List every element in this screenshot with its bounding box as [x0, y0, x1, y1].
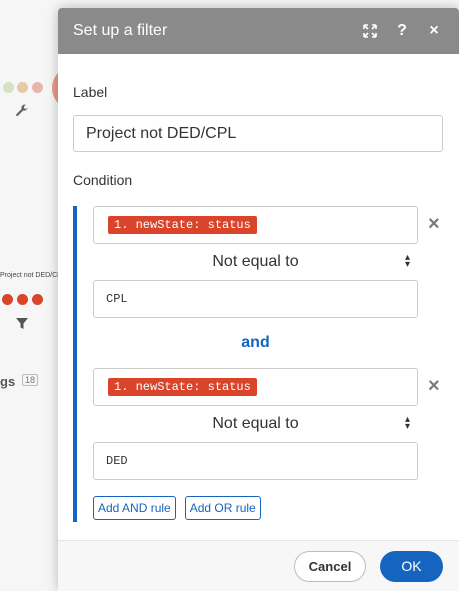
condition-block: 1. newState: status × Not equal to ▴ ▾ CP… — [73, 206, 440, 522]
remove-rule-icon[interactable]: × — [428, 214, 444, 234]
funnel-icon[interactable] — [15, 317, 29, 331]
condition-label: Condition — [73, 172, 133, 188]
conjunction-label: and — [241, 334, 270, 351]
ok-button[interactable]: OK — [380, 550, 443, 582]
operator-value: Not equal to — [212, 415, 299, 432]
operand-field[interactable]: 1. newState: status — [93, 206, 418, 244]
filter-dot[interactable] — [17, 294, 28, 305]
rule-buttons: Add AND rule Add OR rule — [93, 496, 418, 520]
filter-dot[interactable] — [2, 294, 13, 305]
dialog-title: Set up a filter — [73, 22, 168, 39]
operand-field[interactable]: 1. newState: status — [93, 368, 418, 406]
rule-row: 1. newState: status × — [93, 368, 440, 406]
remove-rule-icon[interactable]: × — [428, 376, 444, 396]
operand-pill[interactable]: 1. newState: status — [108, 378, 257, 396]
connection-dot — [32, 82, 43, 93]
cancel-button[interactable]: Cancel — [294, 550, 366, 582]
operator-select[interactable]: Not equal to ▴ ▾ — [93, 244, 418, 280]
filter-dot[interactable] — [32, 294, 43, 305]
operator-select[interactable]: Not equal to ▴ ▾ — [93, 406, 418, 442]
sidebar-text: gs — [0, 374, 16, 389]
dialog-footer: Cancel OK — [58, 540, 459, 591]
value-field[interactable]: CPL — [93, 280, 418, 318]
header-icons: ? × — [354, 15, 450, 47]
add-and-rule-button[interactable]: Add AND rule — [93, 496, 176, 520]
dialog-body: Label Condition 1. newState: status × No… — [58, 54, 459, 537]
label-input[interactable] — [73, 115, 443, 152]
operator-value: Not equal to — [212, 253, 299, 270]
operand-pill[interactable]: 1. newState: status — [108, 216, 257, 234]
rule-row: 1. newState: status × — [93, 206, 440, 244]
close-icon[interactable]: × — [418, 15, 450, 47]
select-arrows-icon: ▴ ▾ — [404, 414, 410, 432]
help-icon[interactable]: ? — [386, 15, 418, 47]
dialog-header: Set up a filter ? × — [58, 8, 459, 54]
count-badge: 18 — [22, 374, 39, 386]
connection-dot — [3, 82, 14, 93]
select-arrows-icon: ▴ ▾ — [404, 252, 410, 270]
expand-icon[interactable] — [354, 15, 386, 47]
connection-dot — [17, 82, 28, 93]
add-or-rule-button[interactable]: Add OR rule — [184, 496, 261, 520]
filter-label: Project not DED/CPL — [0, 272, 66, 279]
label-field-label: Label — [73, 84, 108, 100]
value-field[interactable]: DED — [93, 442, 418, 480]
filter-dialog: Set up a filter ? × Label Condition 1. n… — [58, 8, 459, 591]
wrench-icon[interactable] — [15, 104, 29, 121]
